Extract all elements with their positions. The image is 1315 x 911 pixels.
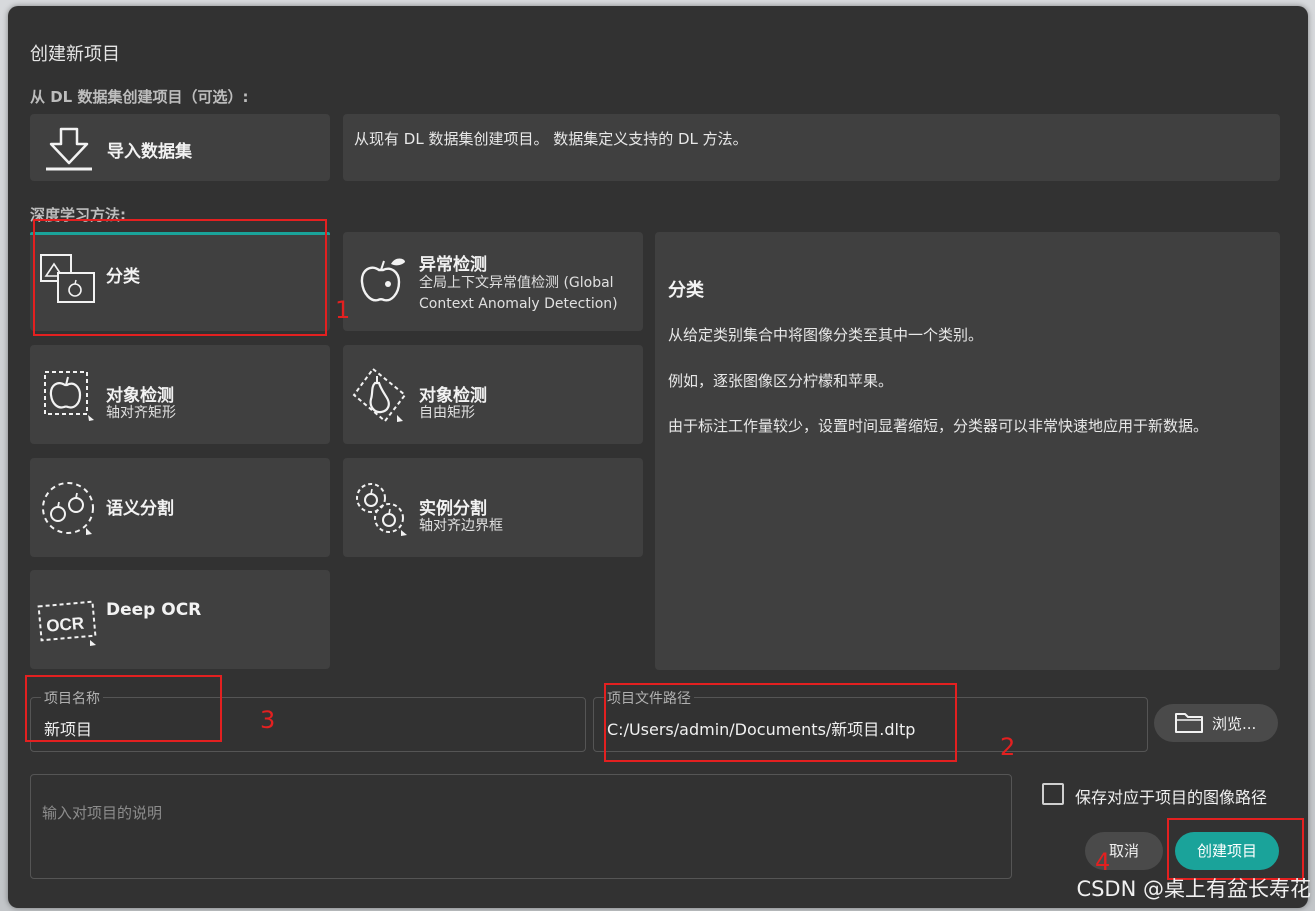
anomaly-apple-icon [360, 258, 405, 302]
browse-button[interactable]: 浏览... [1154, 704, 1278, 742]
dataset-section-label: 从 DL 数据集创建项目（可选）: [30, 88, 249, 106]
annotation-box-1 [33, 219, 327, 336]
method-object-detection-free[interactable]: 对象检测 自由矩形 [343, 345, 643, 444]
import-description-panel: 从现有 DL 数据集创建项目。 数据集定义支持的 DL 方法。 [343, 114, 1280, 181]
project-description-input[interactable]: 输入对项目的说明 [30, 774, 1012, 879]
detail-paragraph-3: 由于标注工作量较少，设置时间显著缩短，分类器可以非常快速地应用于新数据。 [668, 417, 1209, 435]
method-detail-panel: 分类 从给定类别集合中将图像分类至其中一个类别。 例如，逐张图像区分柠檬和苹果。… [655, 232, 1280, 670]
method-sublabel: 全局上下文异常值检测 (Global Context Anomaly Detec… [419, 275, 618, 312]
ocr-icon: OCR [37, 600, 97, 646]
method-sublabel: 自由矩形 [419, 405, 475, 421]
annotation-number-4: 4 [1095, 848, 1111, 876]
semantic-segmentation-icon [42, 482, 94, 535]
svg-text:OCR: OCR [46, 614, 85, 636]
annotation-number-1: 1 [335, 296, 351, 324]
import-icon [46, 127, 92, 171]
detail-paragraph-2: 例如，逐张图像区分柠檬和苹果。 [668, 372, 894, 390]
method-deep-ocr[interactable]: OCR Deep OCR [30, 570, 330, 669]
method-label: 异常检测 [419, 255, 487, 275]
object-detection-axis-icon [44, 371, 94, 421]
annotation-number-3: 3 [260, 706, 276, 734]
folder-icon [1175, 713, 1203, 733]
instance-segmentation-icon [356, 483, 407, 536]
annotation-box-3 [25, 675, 222, 742]
method-semantic-segmentation[interactable]: 语义分割 [30, 458, 330, 557]
import-dataset-button[interactable]: 导入数据集 [30, 114, 330, 181]
method-sublabel: 轴对齐边界框 [419, 518, 503, 534]
annotation-box-4 [1167, 818, 1304, 880]
annotation-number-2: 2 [1000, 733, 1016, 761]
method-instance-segmentation[interactable]: 实例分割 轴对齐边界框 [343, 458, 643, 557]
method-sublabel: 轴对齐矩形 [106, 405, 176, 421]
method-object-detection-axis[interactable]: 对象检测 轴对齐矩形 [30, 345, 330, 444]
annotation-box-2 [604, 683, 957, 762]
browse-label: 浏览... [1212, 715, 1257, 733]
save-image-paths-label: 保存对应于项目的图像路径 [1075, 788, 1268, 807]
dialog-title: 创建新项目 [30, 44, 120, 65]
import-dataset-label: 导入数据集 [107, 142, 192, 162]
detail-title: 分类 [668, 280, 704, 301]
import-description: 从现有 DL 数据集创建项目。 数据集定义支持的 DL 方法。 [354, 130, 748, 148]
save-image-paths-checkbox[interactable] [1042, 783, 1064, 805]
method-label: Deep OCR [106, 600, 202, 620]
method-anomaly-detection[interactable]: 异常检测 全局上下文异常值检测 (Global Context Anomaly … [343, 232, 643, 331]
create-project-dialog: 创建新项目 从 DL 数据集创建项目（可选）: 导入数据集 从现有 DL 数据集… [8, 6, 1308, 908]
watermark: CSDN @桌上有盆长寿花 [1076, 877, 1311, 901]
method-label: 语义分割 [106, 499, 174, 519]
object-detection-free-icon [352, 367, 407, 423]
detail-paragraph-1: 从给定类别集合中将图像分类至其中一个类别。 [668, 326, 984, 344]
description-placeholder: 输入对项目的说明 [42, 804, 163, 822]
